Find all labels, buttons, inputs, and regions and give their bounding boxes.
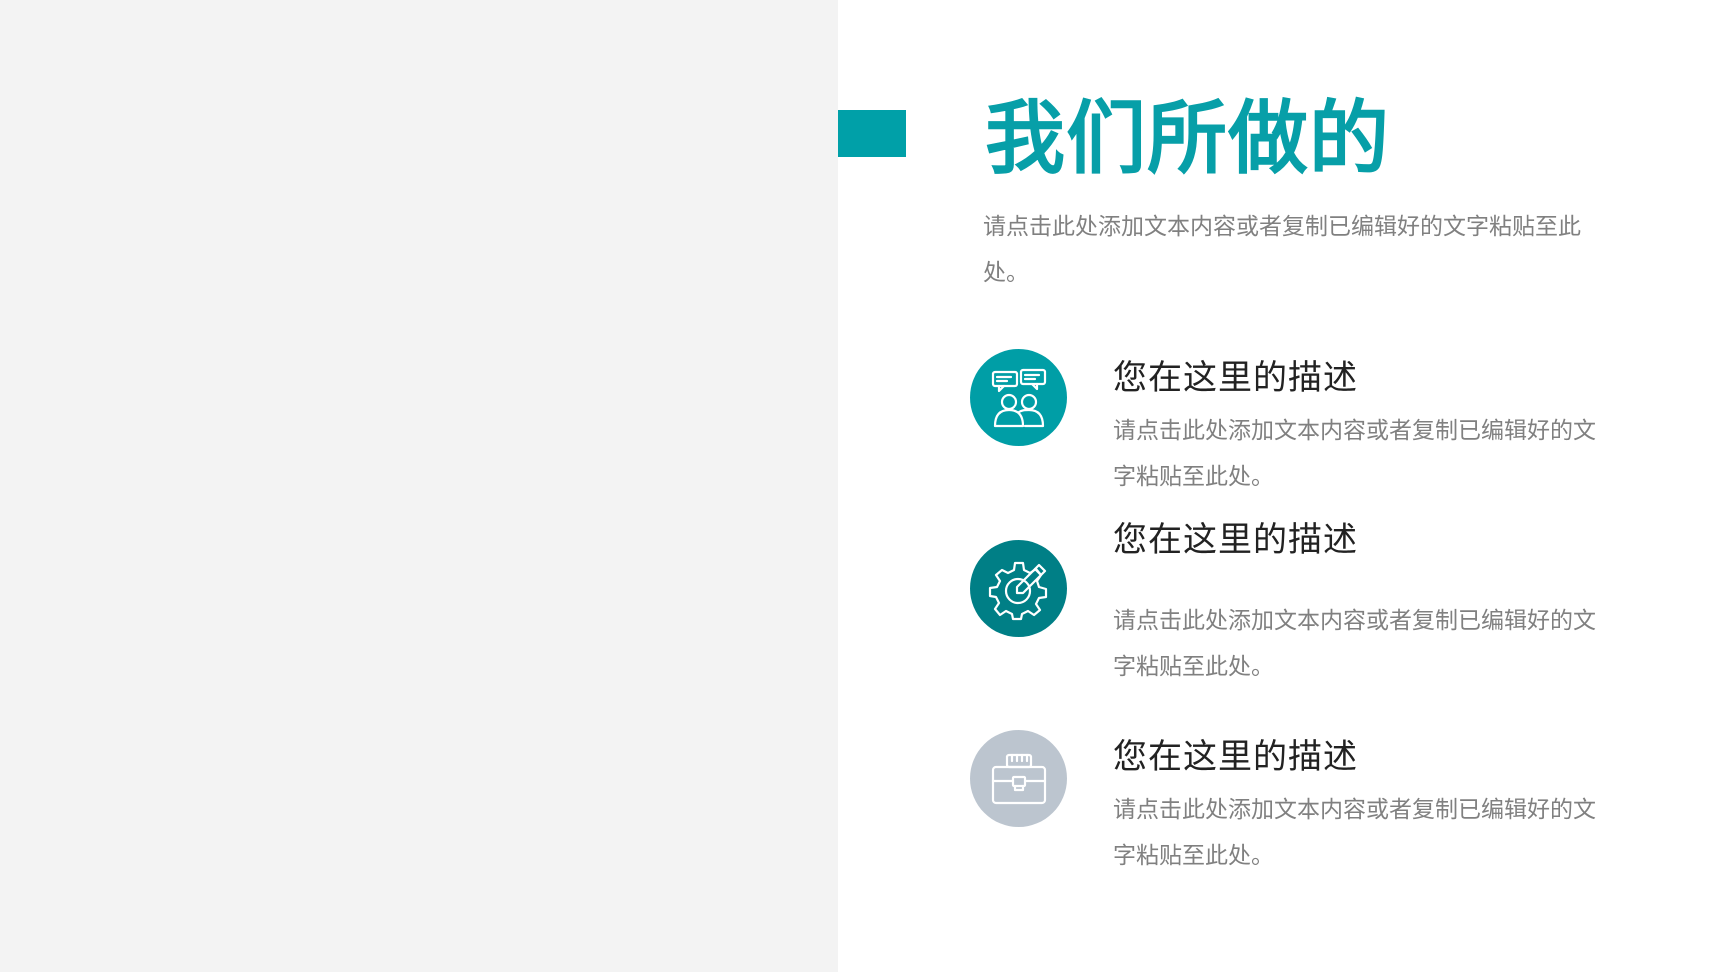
feature-title: 您在这里的描述 bbox=[1113, 520, 1358, 560]
feature-icon-circle bbox=[970, 730, 1067, 827]
feature-icon-circle bbox=[970, 349, 1067, 446]
feature-title: 您在这里的描述 bbox=[1113, 737, 1358, 777]
team-chat-icon bbox=[991, 368, 1046, 427]
feature-item: 您在这里的描述 请点击此处添加文本内容或者复制已编辑好的文字粘贴至此处。 bbox=[0, 0, 1728, 869]
feature-description: 请点击此处添加文本内容或者复制已编辑好的文字粘贴至此处。 bbox=[1113, 608, 1596, 680]
feature-description: 请点击此处添加文本内容或者复制已编辑好的文字粘贴至此处。 bbox=[1113, 797, 1596, 869]
gear-pencil-icon bbox=[988, 561, 1047, 620]
slide-intro-text: 请点击此处添加文本内容或者复制已编辑好的文字粘贴至此处。 bbox=[983, 214, 1581, 286]
feature-description: 请点击此处添加文本内容或者复制已编辑好的文字粘贴至此处。 bbox=[1113, 418, 1596, 490]
feature-title: 您在这里的描述 bbox=[1113, 358, 1358, 398]
feature-icon-circle bbox=[970, 540, 1067, 637]
briefcase-icon bbox=[991, 753, 1046, 804]
